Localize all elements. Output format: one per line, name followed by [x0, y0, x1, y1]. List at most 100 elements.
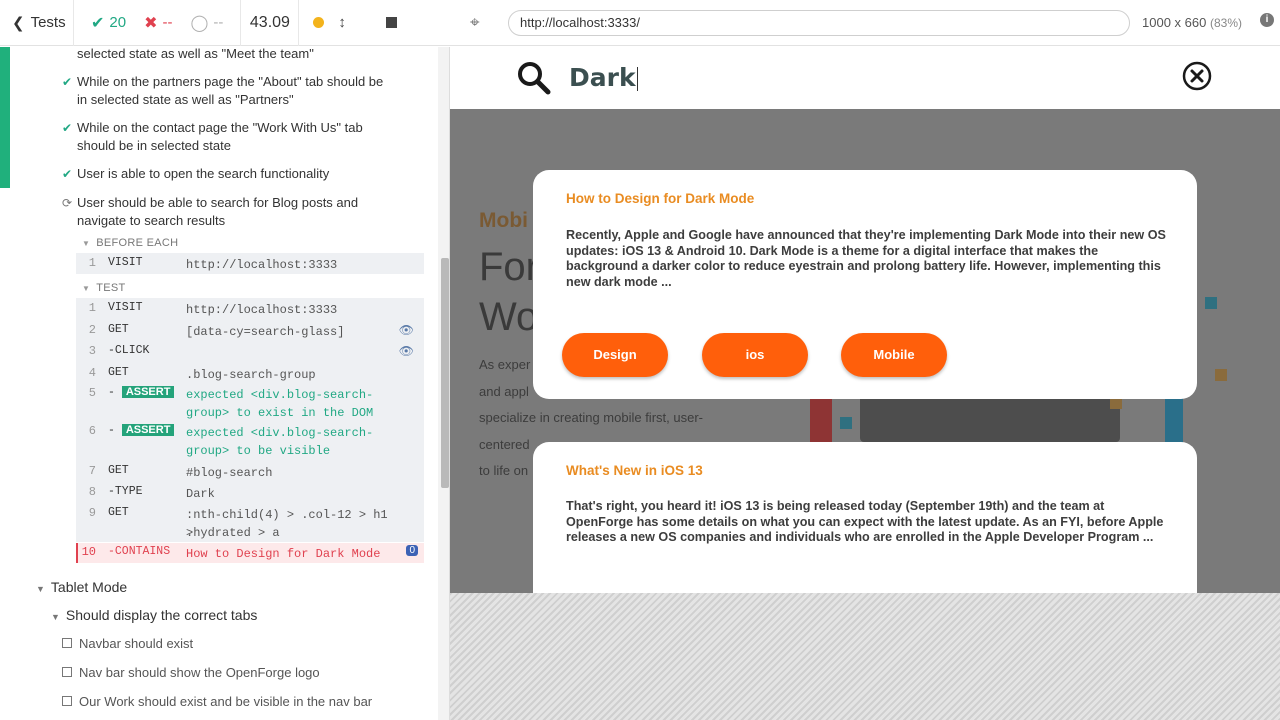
test-title-cont: navigate to search results [77, 213, 226, 228]
card-title-link[interactable]: How to Design for Dark Mode [566, 191, 754, 206]
pending-square-icon [62, 696, 72, 706]
crosshair-selector-icon[interactable]: ⌖ [470, 13, 480, 33]
pending-test-item[interactable]: Our Work should exist and be visible in … [62, 694, 372, 709]
caret-down-icon: ▼ [82, 239, 91, 248]
test-commands: 1 VISIT http://localhost:3333 2 GET [dat… [76, 298, 424, 542]
command-name: -CONTAINS [108, 545, 171, 558]
command-number: 5 [88, 386, 96, 400]
test-title-cont: in selected state as well as "Partners" [77, 92, 294, 107]
passed-stat: ✔ 20 [91, 13, 126, 33]
bg-heading-line2: Wo [479, 295, 539, 339]
bg-heading-line1: For [479, 245, 539, 289]
tag-ios-button[interactable]: ios [702, 333, 808, 377]
command-message: How to Design for Dark Mode [186, 547, 381, 561]
command-number: 7 [88, 464, 96, 478]
command-message: Dark [186, 487, 215, 501]
command-number: 1 [88, 256, 96, 270]
caret-down-icon: ▼ [51, 612, 60, 622]
app-under-test: Mobi For Wo As exper and appl specialize… [450, 47, 1280, 593]
command-name: - ASSERT [108, 386, 175, 399]
suite-tablet-mode[interactable]: ▼ Tablet Mode [36, 579, 127, 595]
command-name: - ASSERT [108, 424, 175, 437]
search-result-card[interactable]: What's New in iOS 13 That's right, you h… [533, 442, 1197, 593]
hook-test[interactable]: ▼ TEST [82, 282, 126, 294]
passed-count: 20 [109, 14, 127, 31]
assert-badge: ASSERT [121, 424, 175, 436]
passed-runnable-indicator [0, 47, 10, 188]
command-message-cont: .hydrated > a [186, 526, 280, 540]
pending-square-icon [62, 667, 72, 677]
auto-scroll-toggle-icon[interactable]: ↕ [338, 14, 346, 31]
viewport-zoom: (83%) [1209, 16, 1242, 30]
command-number: 3 [88, 344, 96, 358]
search-glass-icon[interactable] [516, 60, 552, 96]
url-bar[interactable]: http://localhost:3333/ [508, 10, 1130, 36]
info-icon[interactable]: i [1260, 13, 1274, 27]
stats-group: ✔ 20 ✖ -- ◯ -- [74, 0, 242, 46]
aut-header: ⌖ http://localhost:3333/ 1000 x 660 (83%… [450, 0, 1280, 46]
command-message: #blog-search [186, 466, 273, 480]
command-name: VISIT [108, 256, 143, 269]
card-excerpt: Recently, Apple and Google have announce… [566, 228, 1166, 289]
run-controls: ↕ [299, 0, 450, 46]
suite-title: Should display the correct tabs [65, 607, 258, 623]
command-message-cont: group> to be visible [186, 444, 331, 458]
hook-before-each[interactable]: ▼ BEFORE EACH [82, 237, 178, 249]
suite-correct-tabs[interactable]: ▼ Should display the correct tabs [51, 607, 257, 623]
running-spinner-icon: ⟳ [62, 196, 73, 210]
pending-square-icon [62, 638, 72, 648]
pending-count: -- [213, 14, 224, 31]
command-row-failed[interactable]: 10 -CONTAINS How to Design for Dark Mode… [76, 543, 424, 563]
stop-button[interactable] [385, 17, 397, 28]
command-name: VISIT [108, 301, 143, 314]
tag-design-button[interactable]: Design [562, 333, 668, 377]
test-title: selected state as well as "Meet the team… [77, 46, 314, 61]
command-message: http://localhost:3333 [186, 258, 338, 272]
command-message: expected <div.blog-search- [186, 426, 374, 440]
tag-mobile-button[interactable]: Mobile [841, 333, 947, 377]
command-message: http://localhost:3333 [186, 303, 338, 317]
card-title-link[interactable]: What's New in iOS 13 [566, 463, 703, 478]
command-number: 6 [88, 424, 96, 438]
blog-search-input[interactable]: Dark [569, 63, 639, 92]
viewport-info[interactable]: 1000 x 660 (83%) [1142, 15, 1242, 30]
test-title: Navbar should exist [79, 636, 194, 651]
search-result-card[interactable]: How to Design for Dark Mode Recently, Ap… [533, 170, 1197, 399]
suite-title: Tablet Mode [50, 579, 128, 595]
command-message: .blog-search-group [186, 368, 316, 382]
pending-circle-icon: ◯ [190, 14, 209, 32]
before-each-commands: 1 VISIT http://localhost:3333 [76, 253, 424, 274]
hook-label: BEFORE EACH [96, 237, 179, 249]
bg-paragraph-line: to life on [479, 463, 529, 478]
pending-test-item[interactable]: Navbar should exist [62, 636, 193, 651]
command-message: expected <div.blog-search- [186, 388, 374, 402]
close-icon[interactable] [1182, 61, 1212, 91]
eye-slash-icon[interactable]: 👁 [399, 344, 414, 359]
pending-test-item[interactable]: Nav bar should show the OpenForge logo [62, 665, 320, 680]
command-message-cont: group> to exist in the DOM [186, 406, 374, 420]
command-number: 1 [88, 301, 96, 315]
bg-paragraph-line: specialize in creating mobile first, use… [479, 410, 703, 425]
test-title-cont: should be in selected state [77, 138, 231, 153]
failed-stat: ✖ -- [144, 13, 172, 33]
duration: 43.09 [241, 0, 300, 46]
test-title: Nav bar should show the OpenForge logo [79, 665, 320, 680]
tests-button[interactable]: ❮ Tests [0, 0, 74, 46]
test-title: Our Work should exist and be visible in … [79, 694, 373, 709]
reporter-scroll-thumb[interactable] [441, 258, 449, 488]
check-icon: ✔ [62, 121, 73, 135]
bg-heading-small: Mobi [479, 209, 528, 232]
command-name: GET [108, 464, 129, 477]
failed-count: -- [162, 14, 173, 31]
test-title: While on the contact page the "Work With… [77, 120, 363, 135]
command-number: 10 [81, 545, 96, 559]
command-name: GET [108, 506, 129, 519]
command-name: -CLICK [108, 344, 150, 357]
command-number: 4 [88, 366, 96, 380]
bg-paragraph-line: As exper [479, 357, 531, 372]
test-title: While on the partners page the "About" t… [77, 74, 384, 89]
caret-down-icon: ▼ [36, 584, 45, 594]
test-title: User should be able to search for Blog p… [77, 195, 359, 210]
command-name: -TYPE [108, 485, 143, 498]
eye-slash-icon[interactable]: 👁 [399, 323, 414, 338]
